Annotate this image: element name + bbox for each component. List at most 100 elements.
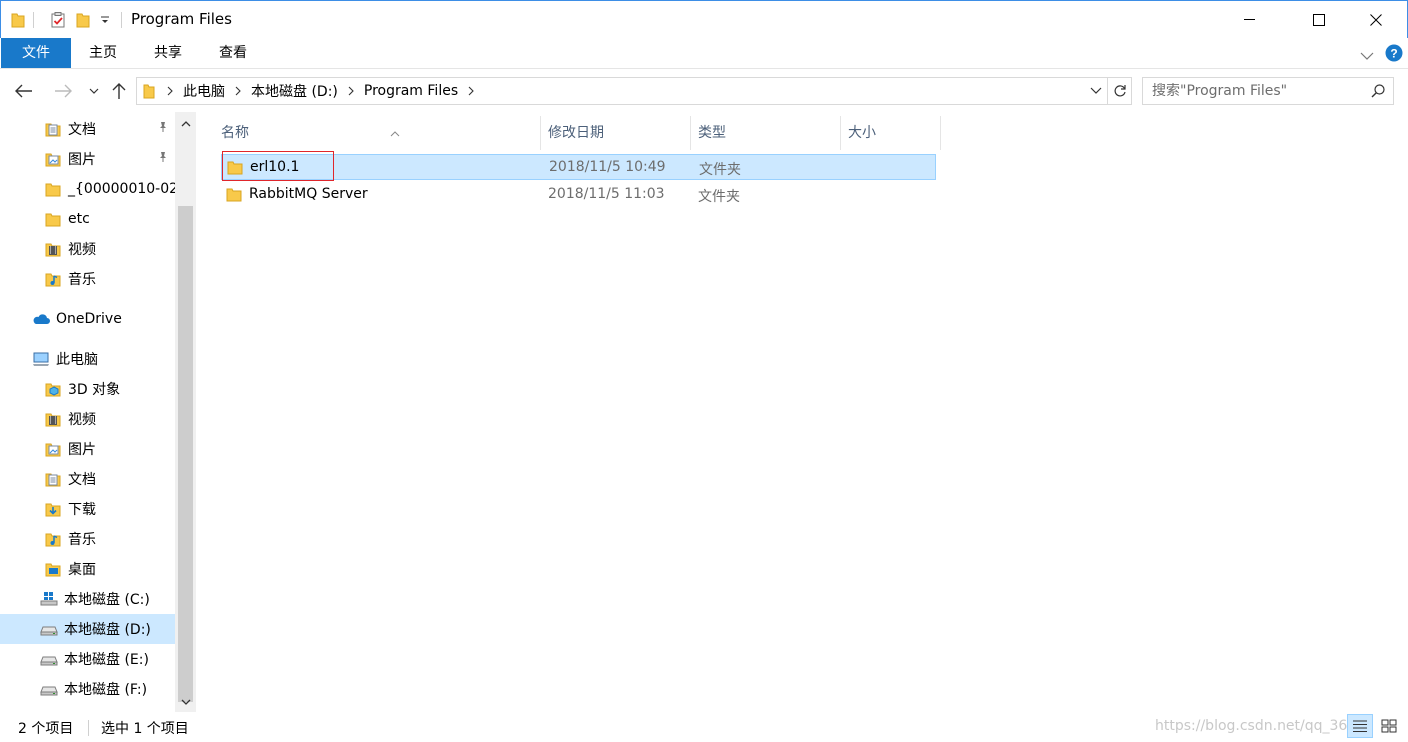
column-header-name-label: 名称 <box>221 125 249 141</box>
search-icon[interactable] <box>1371 84 1385 102</box>
column-header-date[interactable]: 修改日期 <box>541 116 691 150</box>
drive-icon <box>40 650 58 668</box>
navigation-pane[interactable]: 文档 图片 _{00000010-02 etc 视频 音乐 OneDrive 此电脑 3D 对象… <box>0 112 196 712</box>
music-icon <box>44 530 62 548</box>
drive-icon <box>40 620 58 638</box>
column-header-type[interactable]: 类型 <box>691 116 841 150</box>
help-icon[interactable]: ? <box>1385 44 1403 66</box>
file-modified-date: 2018/11/5 10:49 <box>549 159 666 175</box>
window-title: Program Files <box>131 10 232 28</box>
sidebar-item[interactable]: 下载 <box>0 494 175 524</box>
sidebar-item[interactable]: 图片 <box>0 434 175 464</box>
sidebar-item[interactable]: 3D 对象 <box>0 374 175 404</box>
breadcrumb-program-files[interactable]: Program Files <box>360 83 462 99</box>
chevron-right-icon[interactable] <box>161 86 179 96</box>
scroll-up-arrow-icon[interactable] <box>175 114 196 134</box>
window-folder-icon <box>11 10 25 30</box>
videos-icon <box>44 410 62 428</box>
sidebar-item[interactable]: 文档 <box>0 464 175 494</box>
back-button[interactable] <box>13 80 35 102</box>
sidebar-item[interactable]: 本地磁盘 (E:) <box>0 644 175 674</box>
sidebar-item[interactable]: 本地磁盘 (D:) <box>0 614 175 644</box>
sidebar-item-label: 图片 <box>68 442 96 458</box>
properties-icon[interactable] <box>50 10 66 30</box>
tab-view[interactable]: 查看 <box>202 38 264 68</box>
sidebar-item[interactable]: 此电脑 <box>0 344 175 374</box>
close-button[interactable] <box>1353 1 1399 38</box>
sidebar-item[interactable]: 文档 <box>0 114 175 144</box>
address-folder-icon <box>137 84 161 99</box>
breadcrumb-this-pc[interactable]: 此电脑 <box>179 81 229 101</box>
address-history-dropdown[interactable] <box>1085 78 1107 104</box>
ribbon: 文件 主页 共享 查看 ? <box>0 38 1408 69</box>
column-header-name[interactable]: 名称 <box>214 116 541 150</box>
downloads-icon <box>44 500 62 518</box>
sidebar-item[interactable]: 音乐 <box>0 264 175 294</box>
sidebar-item-label: 此电脑 <box>56 352 98 368</box>
forward-button[interactable] <box>52 80 74 102</box>
sidebar-item-label: OneDrive <box>56 311 122 327</box>
refresh-button[interactable] <box>1108 77 1132 105</box>
pin-icon[interactable] <box>157 151 169 167</box>
selection-count: 选中 1 个项目 <box>101 721 189 737</box>
sidebar-item-label: 视频 <box>68 242 96 258</box>
pictures-icon <box>44 440 62 458</box>
sidebar-item[interactable]: 视频 <box>0 234 175 264</box>
divider <box>121 12 122 28</box>
details-view-button[interactable] <box>1347 714 1373 738</box>
breadcrumb-drive-d[interactable]: 本地磁盘 (D:) <box>247 81 342 101</box>
sidebar-item[interactable]: 视频 <box>0 404 175 434</box>
details-view-icon <box>1353 720 1367 732</box>
file-list[interactable]: 名称 修改日期 类型 大小 erl10.1 2018/11/5 10:49 文件夹 R… <box>196 112 1408 712</box>
sidebar-item[interactable]: _{00000010-02 <box>0 174 175 204</box>
3d-objects-icon <box>44 380 62 398</box>
maximize-button[interactable] <box>1296 1 1342 38</box>
file-name: RabbitMQ Server <box>249 186 368 202</box>
expand-ribbon-icon[interactable] <box>1360 48 1374 64</box>
sidebar-item-label: 音乐 <box>68 272 96 288</box>
large-icons-view-button[interactable] <box>1376 714 1402 738</box>
minimize-button[interactable] <box>1227 1 1273 38</box>
title-bar: Program Files <box>0 0 1408 38</box>
tab-file[interactable]: 文件 <box>1 38 71 68</box>
file-row[interactable]: RabbitMQ Server 2018/11/5 11:03 文件夹 <box>221 182 936 208</box>
scrollbar-thumb[interactable] <box>178 206 193 702</box>
sidebar-item-label: 视频 <box>68 412 96 428</box>
folder-icon <box>44 210 62 228</box>
sidebar-item[interactable]: 桌面 <box>0 554 175 584</box>
pin-icon[interactable] <box>157 121 169 137</box>
search-input[interactable] <box>1152 83 1362 99</box>
sidebar-item-label: 图片 <box>68 152 96 168</box>
chevron-right-icon[interactable] <box>229 86 247 96</box>
sidebar-item[interactable]: 音乐 <box>0 524 175 554</box>
navigation-scrollbar[interactable] <box>175 112 196 712</box>
column-header-size[interactable]: 大小 <box>841 116 941 150</box>
sidebar-item[interactable]: etc <box>0 204 175 234</box>
sidebar-item[interactable]: 本地磁盘 (F:) <box>0 674 175 704</box>
documents-icon <box>44 120 62 138</box>
chevron-right-icon[interactable] <box>342 86 360 96</box>
sidebar-item-label: 下载 <box>68 502 96 518</box>
tab-home[interactable]: 主页 <box>72 38 134 68</box>
sidebar-item-label: 本地磁盘 (F:) <box>64 682 148 698</box>
new-folder-icon[interactable] <box>76 10 90 30</box>
sidebar-item[interactable]: 本地磁盘 (C:) <box>0 584 175 614</box>
scroll-down-arrow-icon[interactable] <box>175 692 196 712</box>
large-icons-view-icon <box>1381 719 1397 733</box>
sidebar-item[interactable]: OneDrive <box>0 304 175 334</box>
divider <box>33 12 34 28</box>
recent-locations-button[interactable] <box>83 80 105 102</box>
sidebar-item[interactable]: 图片 <box>0 144 175 174</box>
highlight-annotation <box>222 151 334 181</box>
title-bar-surface: Program Files <box>1 1 1407 38</box>
music-icon <box>44 270 62 288</box>
divider <box>88 720 89 736</box>
customize-toolbar-icon[interactable] <box>100 10 110 30</box>
up-button[interactable] <box>108 80 130 102</box>
sidebar-item-label: 文档 <box>68 122 96 138</box>
chevron-right-icon[interactable] <box>462 86 480 96</box>
search-box[interactable] <box>1142 77 1394 105</box>
address-bar[interactable]: 此电脑 本地磁盘 (D:) Program Files <box>136 77 1108 105</box>
sidebar-item-label: _{00000010-02 <box>68 181 175 197</box>
tab-share[interactable]: 共享 <box>136 38 200 68</box>
